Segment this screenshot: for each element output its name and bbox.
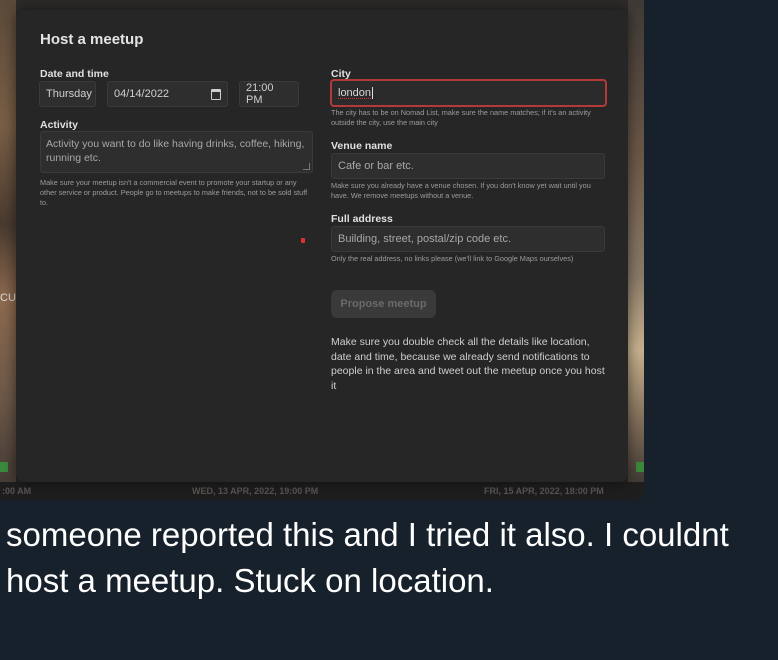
- time-input[interactable]: 21:00 PM: [239, 81, 299, 107]
- activity-textarea[interactable]: Activity you want to do like having drin…: [40, 131, 313, 173]
- time-value: 21:00 PM: [246, 82, 274, 106]
- date-input[interactable]: 04/14/2022: [107, 81, 228, 107]
- background-right-image: [628, 0, 644, 500]
- message-caption: someone reported this and I tried it als…: [6, 516, 729, 599]
- background-event-dates: :00 AM WED, 13 APR, 2022, 19:00 PM FRI, …: [0, 482, 644, 500]
- activity-placeholder: Activity you want to do like having drin…: [46, 138, 305, 164]
- background-green-tag: [636, 462, 644, 472]
- venue-help-text: Make sure you already have a venue chose…: [331, 181, 591, 200]
- background-date: :00 AM: [2, 486, 32, 496]
- venue-input[interactable]: Cafe or bar etc.: [331, 153, 605, 179]
- date-time-label: Date and time: [40, 68, 109, 80]
- venue-placeholder: Cafe or bar etc.: [338, 160, 414, 172]
- city-input[interactable]: london: [330, 79, 607, 107]
- background-date: FRI, 15 APR, 2022, 18:00 PM: [484, 486, 604, 496]
- background-left-text: CU: [0, 292, 16, 304]
- double-check-note: Make sure you double check all the detai…: [331, 336, 605, 392]
- city-help-text: The city has to be on Nomad List, make s…: [331, 108, 591, 127]
- host-meetup-modal: Host a meetup Date and time Thursday 04/…: [16, 10, 628, 482]
- screenshot-image: CU :00 AM WED, 13 APR, 2022, 19:00 PM FR…: [0, 0, 644, 500]
- background-left-image: [0, 0, 16, 500]
- background-green-tag: [0, 462, 8, 472]
- activity-help-text: Make sure your meetup isn't a commercial…: [40, 178, 308, 207]
- date-value: 04/14/2022: [114, 88, 170, 100]
- city-value: london: [338, 87, 372, 99]
- background-date: WED, 13 APR, 2022, 19:00 PM: [192, 486, 319, 496]
- weekday-display[interactable]: Thursday: [39, 81, 96, 107]
- activity-label: Activity: [40, 119, 78, 131]
- propose-meetup-button[interactable]: Propose meetup: [331, 290, 436, 318]
- address-placeholder: Building, street, postal/zip code etc.: [338, 233, 512, 245]
- weekday-value: Thursday: [46, 88, 92, 100]
- red-marker-icon: [301, 238, 305, 243]
- resize-handle-icon[interactable]: [303, 163, 310, 170]
- address-label: Full address: [331, 213, 393, 225]
- address-help-text: Only the real address, no links please (…: [331, 254, 574, 263]
- address-input[interactable]: Building, street, postal/zip code etc.: [331, 226, 605, 252]
- modal-title: Host a meetup: [40, 31, 144, 48]
- calendar-icon[interactable]: [211, 88, 221, 100]
- venue-label: Venue name: [331, 140, 393, 152]
- text-cursor: [372, 87, 374, 99]
